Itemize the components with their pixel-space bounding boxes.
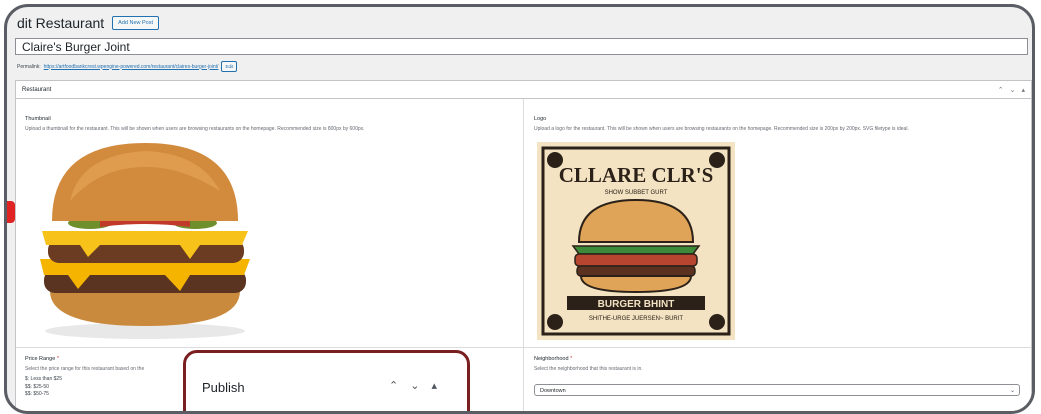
- window-frame: dit Restaurant Add New Post Claire's Bur…: [4, 4, 1035, 414]
- toggle-panel-icon[interactable]: ▴: [431, 379, 437, 392]
- column-divider: [523, 99, 524, 411]
- restaurant-metabox: Restaurant ⌃ ⌄ ▴ Thumbnail Upload a thum…: [15, 80, 1032, 411]
- logo-description: Upload a logo for the restaurant. This w…: [534, 126, 909, 132]
- permalink-link[interactable]: https://artfoodbankcrest.wpengine-powere…: [44, 64, 219, 70]
- price-range-options: $: Less than $25 $$: $25-50 $$: $50-75: [25, 376, 62, 399]
- metabox-title: Restaurant: [22, 86, 52, 93]
- price-range-description: Select the price range for this restaura…: [25, 366, 145, 372]
- price-range-label: Price Range *: [25, 356, 59, 362]
- neighborhood-select[interactable]: Downtown ⌄: [534, 384, 1020, 396]
- toggle-panel-icon[interactable]: ▴: [1021, 86, 1025, 94]
- price-option[interactable]: $: Less than $25: [25, 376, 62, 384]
- neighborhood-label-text: Neighborhood: [534, 356, 569, 362]
- metabox-header: Restaurant ⌃ ⌄ ▴: [16, 81, 1031, 99]
- publish-controls: ⌃ ⌄ ▴: [389, 379, 437, 392]
- logo-label: Logo: [534, 116, 547, 122]
- publish-title: Publish: [202, 380, 245, 395]
- price-option[interactable]: $$: $25-50: [25, 384, 62, 392]
- permalink-label: Permalink:: [17, 63, 41, 70]
- neighborhood-select-value: Downtown: [540, 388, 566, 394]
- post-title-input[interactable]: Claire's Burger Joint: [15, 38, 1028, 55]
- chevron-down-icon: ⌄: [1009, 388, 1015, 394]
- add-new-post-button[interactable]: Add New Post: [112, 16, 160, 30]
- thumbnail-description: Upload a thumbnail for the restaurant. T…: [25, 126, 365, 132]
- publish-panel: Publish ⌃ ⌄ ▴: [183, 350, 470, 411]
- page-header: dit Restaurant Add New Post: [17, 15, 160, 31]
- required-marker: *: [570, 356, 573, 362]
- thumbnail-burger-image[interactable]: [30, 141, 260, 341]
- logo-image[interactable]: CLLARE CLR'S SHOW SUBBET GURT BURGER BHI…: [537, 142, 735, 340]
- permalink-edit-button[interactable]: Edit: [221, 61, 238, 72]
- page-title: dit Restaurant: [17, 15, 105, 31]
- price-range-label-text: Price Range: [25, 356, 56, 362]
- move-down-icon[interactable]: ⌄: [1010, 86, 1016, 94]
- permalink-row: Permalink: https://artfoodbankcrest.wpen…: [17, 61, 238, 72]
- move-up-icon[interactable]: ⌃: [998, 86, 1004, 94]
- logo-banner-text: BURGER BHINT: [598, 299, 675, 310]
- logo-text-top: CLLARE CLR'S: [559, 163, 714, 187]
- thumbnail-label: Thumbnail: [25, 116, 51, 122]
- neighborhood-label: Neighborhood *: [534, 356, 572, 362]
- metabox-controls: ⌃ ⌄ ▴: [998, 86, 1025, 94]
- required-marker: *: [56, 356, 59, 362]
- logo-text-bottom: SHITHE-URGE JUERSEN~ BURIT: [589, 316, 684, 322]
- row-divider: [16, 347, 1031, 348]
- side-indicator: [7, 201, 15, 223]
- logo-text-sub: SHOW SUBBET GURT: [605, 190, 668, 196]
- move-down-icon[interactable]: ⌄: [410, 379, 419, 392]
- neighborhood-description: Select the neighborhood that this restau…: [534, 366, 643, 372]
- price-option[interactable]: $$: $50-75: [25, 391, 62, 399]
- move-up-icon[interactable]: ⌃: [389, 379, 398, 392]
